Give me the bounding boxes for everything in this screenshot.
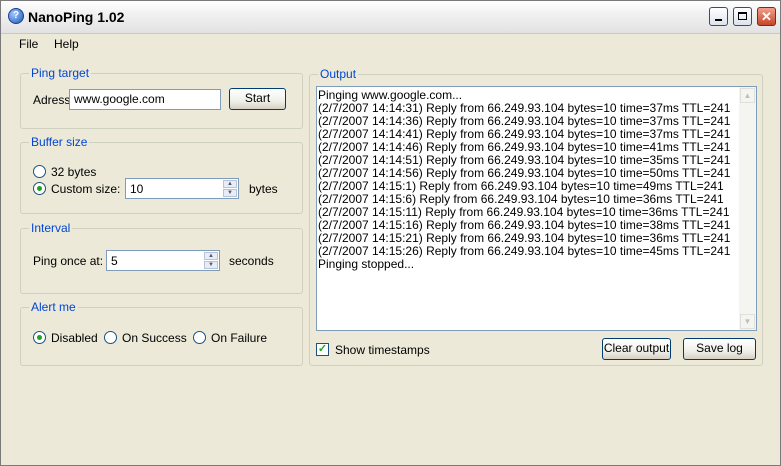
check-icon: ✓ — [317, 343, 328, 355]
custom-size-unit: bytes — [249, 182, 278, 196]
interval-stepper[interactable]: 5 ▲ ▼ — [106, 250, 220, 271]
radio-alert-success-label: On Success — [122, 331, 187, 345]
radio-custom-size[interactable] — [33, 182, 46, 195]
custom-size-spin-buttons: ▲ ▼ — [223, 180, 237, 197]
radio-custom-size-label: Custom size: — [51, 182, 121, 196]
buffer-size-group: Buffer size 32 bytes Custom size: 10 ▲ ▼… — [20, 135, 303, 214]
close-button[interactable]: ✕ — [757, 7, 776, 26]
show-timestamps-checkbox[interactable]: ✓ — [316, 343, 329, 356]
output-scrollbar[interactable]: ▲ ▼ — [739, 87, 756, 330]
ping-target-group: Ping target Adress www.google.com Start — [20, 66, 303, 129]
interval-value: 5 — [111, 254, 118, 268]
alert-group: Alert me Disabled On Success On Failure — [20, 300, 303, 366]
interval-unit: seconds — [229, 254, 274, 268]
radio-alert-failure[interactable] — [193, 331, 206, 344]
menu-bar: File Help — [2, 34, 779, 54]
custom-size-stepper[interactable]: 10 ▲ ▼ — [125, 178, 239, 199]
interval-group: Interval Ping once at: 5 ▲ ▼ seconds — [20, 221, 303, 294]
window-title: NanoPing 1.02 — [28, 9, 125, 25]
radio-32-bytes[interactable] — [33, 165, 46, 178]
radio-32-bytes-label: 32 bytes — [51, 165, 97, 179]
maximize-icon — [738, 12, 747, 20]
buffer-size-legend: Buffer size — [29, 135, 90, 149]
menu-file[interactable]: File — [19, 37, 38, 51]
scroll-up-icon[interactable]: ▲ — [740, 88, 755, 103]
interval-label: Ping once at: — [33, 254, 104, 268]
scroll-down-icon[interactable]: ▼ — [740, 314, 755, 329]
radio-alert-disabled[interactable] — [33, 331, 46, 344]
start-button[interactable]: Start — [229, 88, 286, 110]
spin-down-icon[interactable]: ▼ — [223, 189, 237, 197]
address-label: Adress — [33, 93, 71, 107]
radio-alert-failure-label: On Failure — [211, 331, 268, 345]
save-log-button[interactable]: Save log — [683, 338, 756, 360]
custom-size-value: 10 — [130, 182, 144, 196]
close-icon: ✕ — [761, 9, 772, 24]
radio-alert-disabled-label: Disabled — [51, 331, 98, 345]
menu-help[interactable]: Help — [54, 37, 79, 51]
app-window: ? NanoPing 1.02 ✕ File Help Ping target … — [0, 0, 781, 466]
minimize-icon — [715, 19, 722, 21]
interval-spin-buttons: ▲ ▼ — [204, 252, 218, 269]
spin-down-icon[interactable]: ▼ — [204, 261, 218, 269]
title-bar[interactable]: ? NanoPing 1.02 ✕ — [1, 1, 780, 34]
ping-target-legend: Ping target — [29, 66, 92, 80]
alert-legend: Alert me — [29, 300, 78, 314]
output-textarea[interactable]: Pinging www.google.com... (2/7/2007 14:14… — [316, 86, 757, 331]
spin-up-icon[interactable]: ▲ — [204, 252, 218, 260]
radio-alert-success[interactable] — [104, 331, 117, 344]
clear-output-button[interactable]: Clear output — [602, 338, 671, 360]
maximize-button[interactable] — [733, 7, 752, 26]
app-icon: ? — [8, 8, 24, 24]
spin-up-icon[interactable]: ▲ — [223, 180, 237, 188]
output-line: Pinging stopped... — [318, 257, 415, 271]
interval-legend: Interval — [29, 221, 73, 235]
show-timestamps-label: Show timestamps — [335, 343, 430, 357]
address-input[interactable]: www.google.com — [69, 89, 221, 110]
output-lines: Pinging www.google.com... (2/7/2007 14:14… — [318, 89, 738, 271]
minimize-button[interactable] — [709, 7, 728, 26]
output-legend: Output — [318, 67, 359, 81]
